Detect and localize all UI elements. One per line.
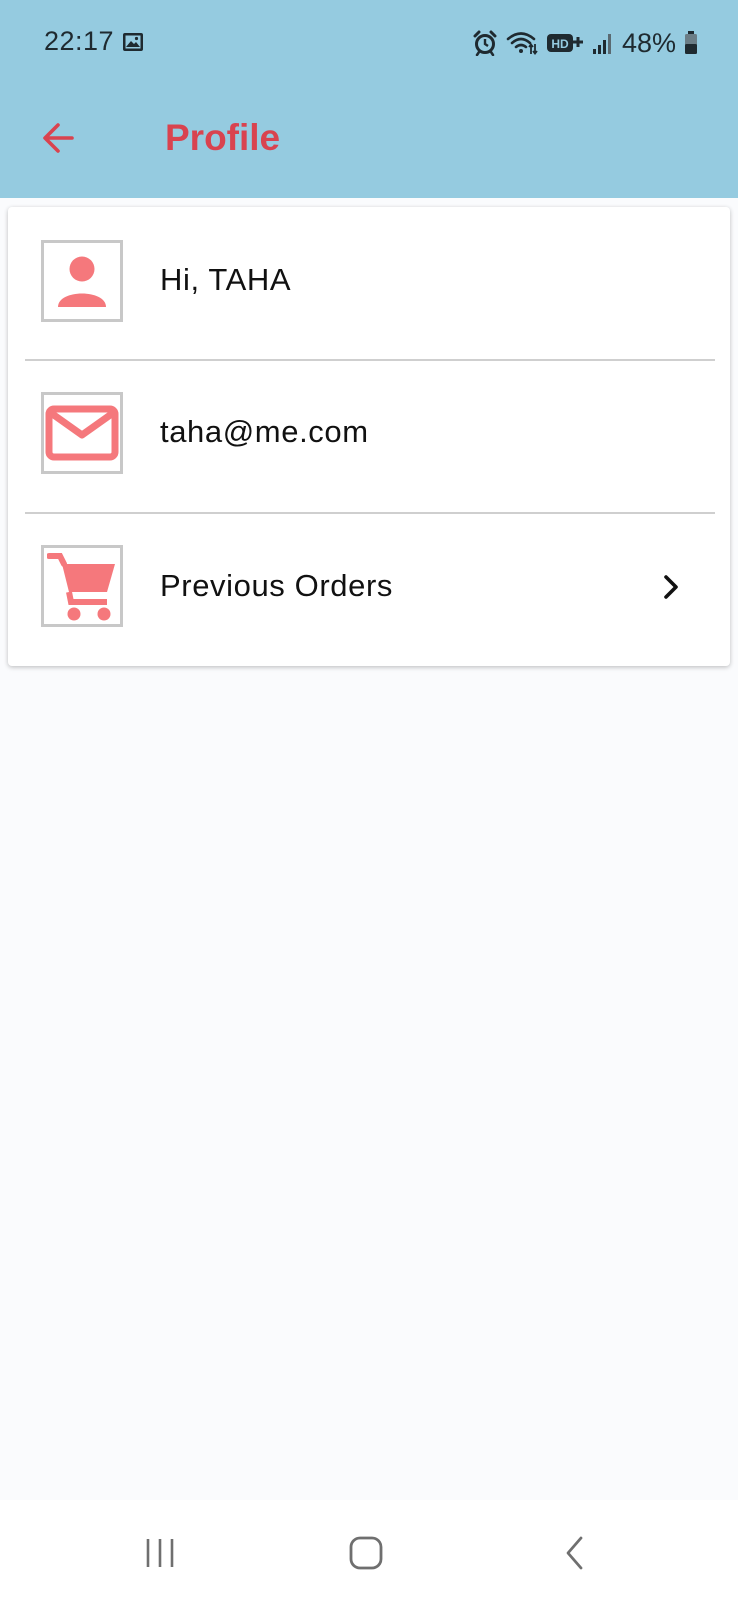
previous-orders-row[interactable]: Previous Orders bbox=[8, 513, 730, 666]
mail-icon bbox=[45, 405, 119, 461]
home-button[interactable] bbox=[336, 1528, 396, 1578]
status-icons: HD 48% bbox=[472, 26, 698, 60]
status-bar: 22:17 HD 48% bbox=[0, 0, 738, 86]
back-icon bbox=[566, 1536, 583, 1570]
battery-percent: 48% bbox=[621, 27, 676, 58]
cart-icon bbox=[47, 553, 115, 621]
page-title: Profile bbox=[165, 117, 281, 158]
system-nav-bar bbox=[0, 1500, 738, 1600]
recent-apps-icon bbox=[146, 1539, 174, 1567]
greeting-row: Hi, TAHA bbox=[8, 207, 730, 360]
greeting-label: Hi, TAHA bbox=[160, 262, 292, 297]
email-row: taha@me.com bbox=[8, 360, 730, 513]
image-icon bbox=[123, 33, 143, 51]
chevron-right-icon bbox=[656, 572, 686, 602]
status-time: 22:17 bbox=[44, 26, 115, 56]
app-bar: Profile bbox=[0, 86, 738, 198]
recent-apps-button[interactable] bbox=[130, 1528, 190, 1578]
wifi-icon bbox=[506, 32, 538, 55]
person-icon bbox=[58, 256, 106, 307]
person-icon-box bbox=[41, 240, 123, 322]
cart-icon-box bbox=[41, 545, 123, 627]
svg-text:HD: HD bbox=[551, 37, 569, 51]
hd-plus-icon: HD bbox=[546, 34, 583, 52]
home-icon bbox=[349, 1536, 383, 1570]
alarm-icon bbox=[473, 30, 497, 56]
mail-icon-box bbox=[41, 392, 123, 474]
system-back-button[interactable] bbox=[545, 1528, 605, 1578]
arrow-left-icon bbox=[43, 123, 74, 153]
email-label: taha@me.com bbox=[160, 414, 369, 449]
profile-card: Hi, TAHA taha@me.com Previous Orders bbox=[8, 207, 730, 666]
battery-icon bbox=[685, 31, 697, 54]
signal-icon bbox=[592, 34, 611, 54]
previous-orders-label: Previous Orders bbox=[160, 568, 393, 603]
back-button[interactable] bbox=[30, 110, 86, 166]
